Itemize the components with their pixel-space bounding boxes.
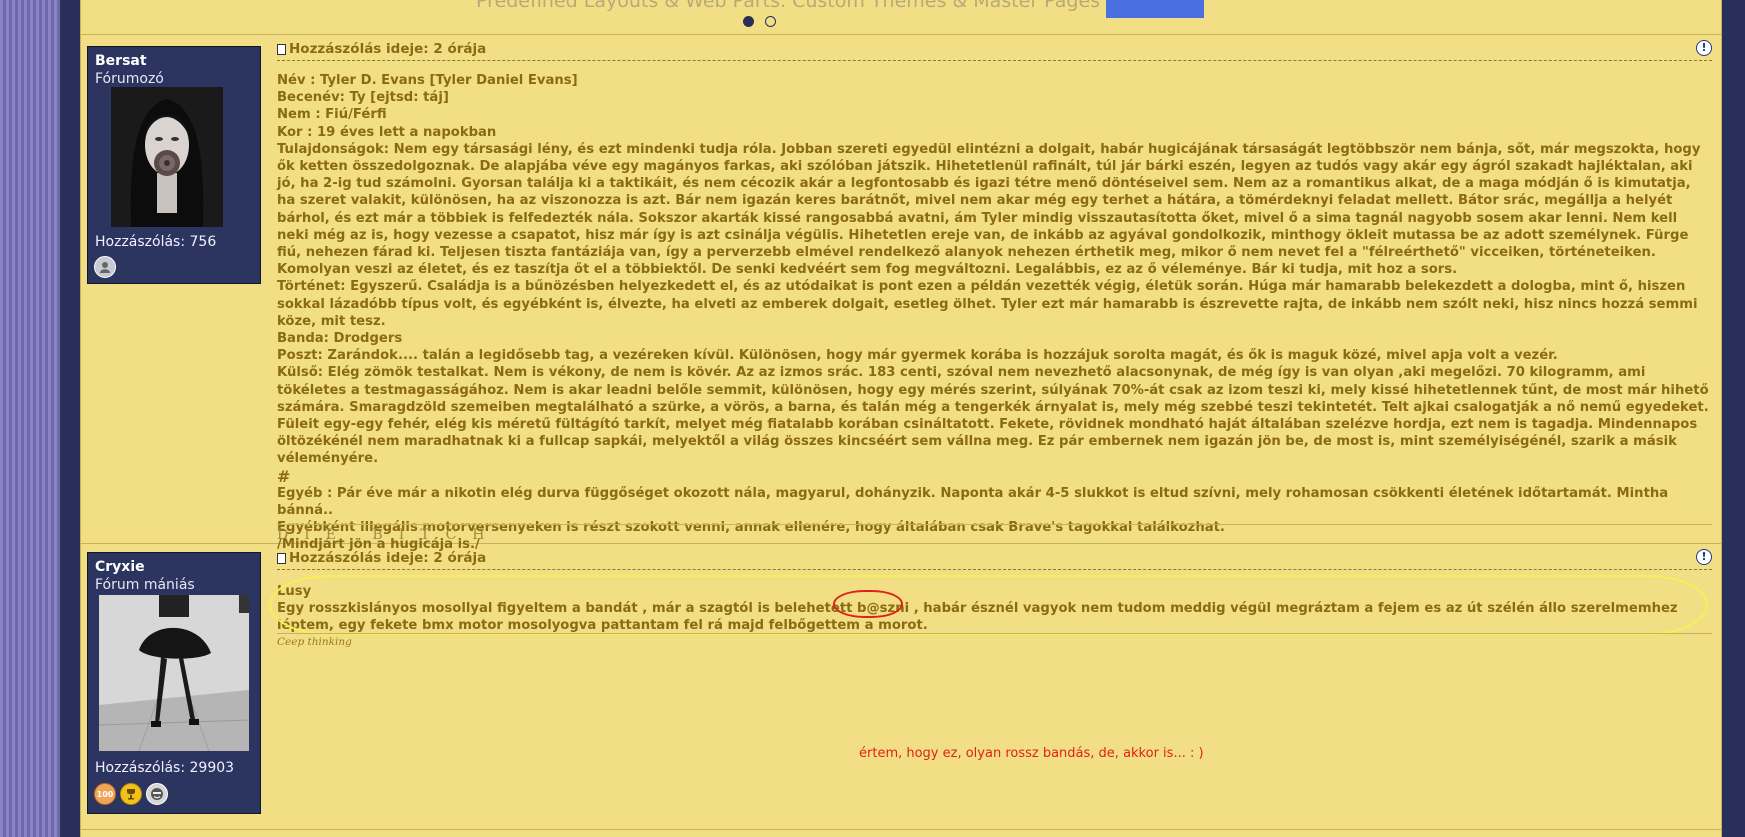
- post-body: Név : Tyler D. Evans [Tyler Daniel Evans…: [277, 72, 1709, 554]
- post-line: Poszt: Zarándok.... talán a legidősebb t…: [277, 348, 1558, 364]
- post-line: #: [277, 466, 291, 486]
- post-line: Egyéb : Pár éve már a nikotin elég durva…: [277, 485, 1669, 519]
- report-icon[interactable]: !: [1696, 549, 1712, 565]
- red-note: értem, hogy ez, olyan rossz bandás, de, …: [859, 746, 1204, 761]
- trophy-icon[interactable]: [120, 783, 142, 805]
- post-line: Tulajdonságok: Nem egy társasági lény, é…: [277, 141, 1701, 278]
- ad-banner-button[interactable]: [1106, 0, 1204, 18]
- forum-post: Cryxie Fórum mániás Hozzászólás: 29903 1…: [81, 545, 1721, 830]
- user-rank: Fórum mániás: [95, 577, 195, 593]
- post-line: Külső: Elég zömök testalkat. Nem is véko…: [277, 365, 1709, 467]
- avatar[interactable]: [99, 595, 249, 751]
- forum-post: Bersat Fórumozó Hozzászólás: 756 Hozzász…: [81, 39, 1721, 552]
- post-line: Történet: Egyszerű. Családja is a bűnözé…: [277, 279, 1698, 329]
- user-rank: Fórumozó: [95, 71, 164, 87]
- profile-icon[interactable]: [94, 256, 116, 278]
- left-background-stripe: [0, 0, 60, 837]
- smiley-icon[interactable]: [146, 783, 168, 805]
- ad-slider: Predefined Layouts & Web Parts. Custom T…: [81, 0, 1721, 35]
- username[interactable]: Cryxie: [95, 559, 145, 575]
- signature-divider: [277, 524, 1712, 525]
- report-icon[interactable]: !: [1696, 40, 1712, 56]
- post-line: Becenév: Ty [ejtsd: táj]: [277, 90, 449, 106]
- doc-icon[interactable]: [277, 44, 286, 55]
- post-header: Hozzászólás ideje: 2 órája !: [277, 549, 1712, 570]
- post-line: Nem : Fiú/Férfi: [277, 107, 387, 123]
- red-highlight-circle: [833, 590, 903, 618]
- post-time: Hozzászólás ideje: 2 órája: [289, 550, 487, 566]
- post-line: Kor : 19 éves lett a napokban: [277, 124, 497, 140]
- post-line: Banda: Drodgers: [277, 331, 403, 347]
- post-line: Név : Tyler D. Evans [Tyler Daniel Evans…: [277, 73, 578, 88]
- slider-dot-active[interactable]: [743, 16, 754, 27]
- user-post-count: Hozzászólás: 29903: [95, 760, 235, 776]
- signature: DIE BITCH: [277, 527, 501, 543]
- medal-100-icon[interactable]: 100: [94, 783, 116, 805]
- user-profile-box: Bersat Fórumozó Hozzászólás: 756: [87, 46, 261, 284]
- avatar[interactable]: [111, 87, 223, 227]
- post-header: Hozzászólás ideje: 2 órája !: [277, 40, 1712, 61]
- signature-divider: [277, 633, 1712, 634]
- post-time: Hozzászólás ideje: 2 órája: [289, 41, 487, 57]
- username[interactable]: Bersat: [95, 53, 147, 69]
- post-content: Hozzászólás ideje: 2 órája ! Lusy Egy ro…: [269, 549, 1712, 821]
- forum-main: Predefined Layouts & Web Parts. Custom T…: [80, 0, 1722, 837]
- ad-banner-text[interactable]: Predefined Layouts & Web Parts. Custom T…: [476, 0, 1100, 12]
- user-profile-box: Cryxie Fórum mániás Hozzászólás: 29903 1…: [87, 552, 261, 814]
- yellow-highlight-circle: [269, 575, 1708, 635]
- doc-icon[interactable]: [277, 553, 286, 564]
- slider-dot[interactable]: [765, 16, 776, 27]
- user-post-count: Hozzászólás: 756: [95, 234, 217, 250]
- signature: Ceep thinking: [277, 636, 352, 648]
- post-content: Hozzászólás ideje: 2 órája ! Név : Tyler…: [277, 40, 1712, 552]
